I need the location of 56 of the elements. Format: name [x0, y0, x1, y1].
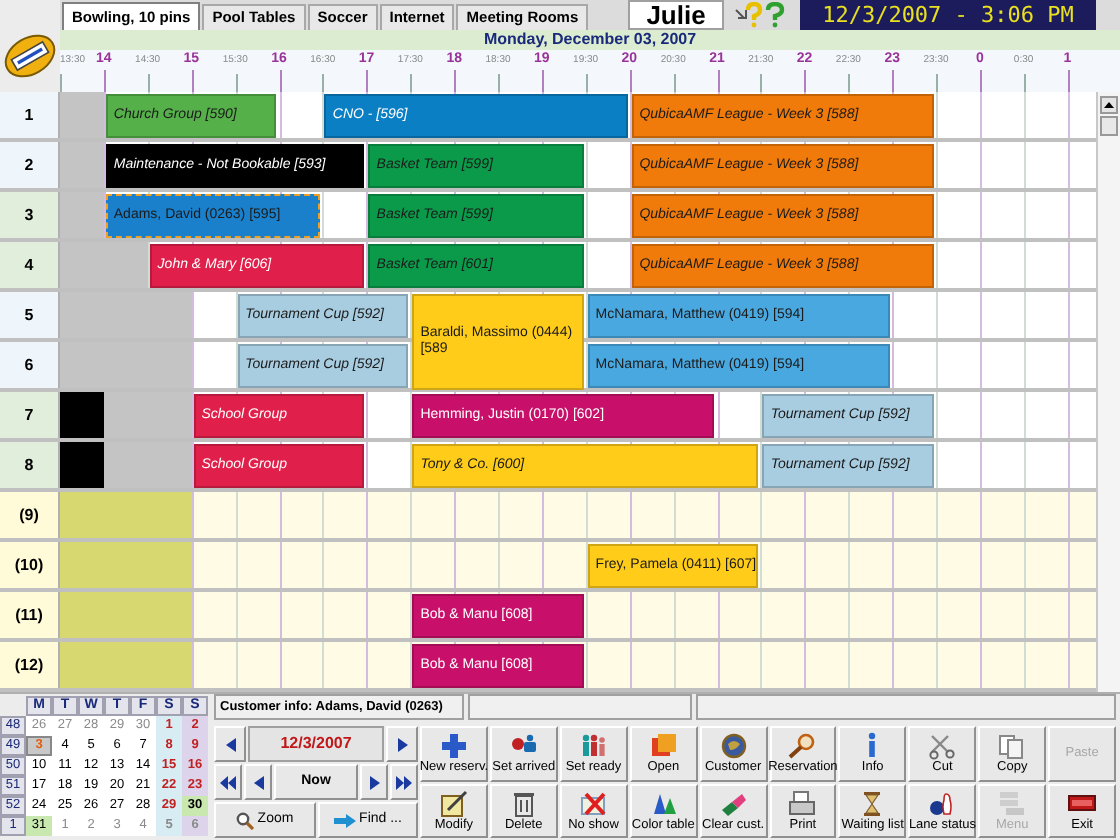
arrow-icon: [225, 737, 235, 751]
unavailable-block: [60, 542, 192, 588]
double-arrow-icon: [220, 775, 236, 789]
magnifier-icon: [235, 811, 254, 829]
lane-number: 6: [24, 357, 34, 373]
lane-number: 5: [24, 307, 34, 323]
next-button[interactable]: [386, 726, 418, 762]
arrow-icon: [369, 775, 379, 789]
next-button[interactable]: [360, 764, 388, 800]
plus-icon: [439, 732, 468, 760]
help-pointer-icon[interactable]: [735, 2, 763, 28]
arrow-icon: [397, 737, 407, 751]
bowling-icon: [928, 789, 957, 817]
double-arrow-icon: [396, 775, 412, 789]
last-button[interactable]: [390, 764, 418, 800]
notepad-icon: [439, 789, 468, 817]
date-heading: Monday, December 03, 2007: [483, 32, 697, 48]
arrow-icon: [253, 775, 263, 789]
lane-number: (12): [14, 657, 44, 673]
cross-icon: [579, 789, 608, 817]
clock: 12/3/2007 - 3:06 PM: [822, 4, 1074, 26]
previous-button[interactable]: [214, 726, 246, 762]
unavailable-block: [60, 642, 192, 688]
eraser-icon: [719, 789, 748, 817]
unavailable-block: [60, 492, 192, 538]
scroll-up-button[interactable]: [1100, 96, 1118, 114]
folder-icon: [649, 732, 678, 760]
scissors-icon: [928, 732, 957, 760]
lane-number: (10): [14, 557, 44, 573]
lane-number: 3: [24, 207, 34, 223]
closed-block: [60, 392, 104, 438]
first-button[interactable]: [214, 764, 242, 800]
lane-number: 7: [24, 407, 34, 423]
list-icon: [998, 789, 1027, 817]
lane-number: 8: [24, 457, 34, 473]
lane-number: 2: [24, 157, 34, 173]
previous-button[interactable]: [244, 764, 272, 800]
scroll-thumb[interactable]: [1100, 116, 1118, 136]
unavailable-block: [60, 592, 192, 638]
scrollbar[interactable]: [1096, 92, 1120, 692]
arrow-icon: [333, 813, 356, 827]
date-display: 12/3/2007: [280, 736, 352, 752]
magnifier-icon: [788, 732, 817, 760]
closed-block: [60, 442, 104, 488]
documents-icon: [998, 732, 1027, 760]
lane-number: (11): [15, 607, 43, 623]
lane-number: (9): [19, 507, 39, 523]
user-name: Julie: [646, 2, 706, 28]
globe-icon: [719, 732, 748, 760]
printer-icon: [788, 789, 817, 817]
up-arrow-icon: [1104, 102, 1114, 108]
people-icon: [579, 732, 608, 760]
trash-icon: [509, 789, 538, 817]
lane-number: 1: [24, 107, 34, 123]
lane-number: 4: [24, 257, 34, 273]
exit-sign-icon: [1068, 789, 1097, 817]
